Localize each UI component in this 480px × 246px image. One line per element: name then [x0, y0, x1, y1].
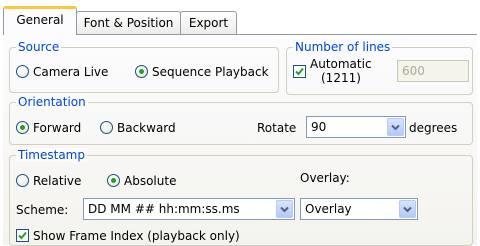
tab-general[interactable]: General: [3, 6, 77, 35]
relative-label[interactable]: Relative: [33, 174, 81, 188]
number-of-lines-legend: Number of lines: [293, 40, 393, 54]
overlay-dropdown-button[interactable]: [399, 200, 416, 218]
scheme-value: DD MM ## hh:mm:ss.ms: [88, 202, 240, 216]
tab-font-position-label: Font & Position: [83, 16, 174, 30]
degrees-label: degrees: [409, 121, 458, 135]
forward-radio[interactable]: [16, 121, 29, 134]
number-of-lines-group: Number of lines Automatic (1211) 600: [286, 40, 473, 95]
tab-export[interactable]: Export: [180, 11, 237, 34]
tab-font-position[interactable]: Font & Position: [76, 11, 181, 34]
absolute-radio[interactable]: [107, 174, 120, 187]
absolute-label[interactable]: Absolute: [124, 174, 176, 188]
chevron-down-icon: [280, 206, 289, 213]
tab-export-label: Export: [188, 16, 229, 30]
checkmark-icon: [295, 67, 304, 76]
camera-live-radio[interactable]: [16, 65, 29, 78]
sequence-playback-label[interactable]: Sequence Playback: [152, 65, 269, 79]
rotate-value: 90: [311, 120, 327, 134]
chevron-down-icon: [403, 206, 412, 213]
automatic-label[interactable]: Automatic: [310, 57, 372, 71]
rotate-select[interactable]: 90: [306, 116, 406, 138]
source-legend: Source: [16, 40, 62, 54]
scheme-dropdown-button[interactable]: [276, 200, 293, 218]
lines-count-value: 600: [402, 64, 425, 78]
show-frame-index-label[interactable]: Show Frame Index (playback only): [33, 229, 240, 243]
tab-panel-general: Source Camera Live Sequence Playback Num…: [3, 34, 477, 246]
timestamp-legend: Timestamp: [16, 148, 87, 162]
rotate-label: Rotate: [257, 121, 297, 135]
backward-radio[interactable]: [100, 121, 113, 134]
overlay-value: Overlay: [305, 202, 352, 216]
lines-count-input: 600: [397, 60, 469, 82]
chevron-down-icon: [391, 124, 400, 131]
timestamp-group: Timestamp Relative Absolute Overlay: Sch…: [9, 148, 473, 246]
source-group: Source Camera Live Sequence Playback: [9, 40, 279, 93]
overlay-label: Overlay:: [300, 171, 350, 185]
forward-label[interactable]: Forward: [33, 121, 81, 135]
orientation-group: Orientation Forward Backward Rotate 90 d…: [9, 95, 473, 145]
overlay-select[interactable]: Overlay: [300, 198, 418, 220]
scheme-label: Scheme:: [16, 203, 69, 217]
camera-live-label[interactable]: Camera Live: [33, 65, 108, 79]
tab-general-label: General: [16, 13, 64, 27]
show-frame-index-checkbox[interactable]: [16, 229, 29, 242]
sequence-playback-radio[interactable]: [135, 65, 148, 78]
scheme-select[interactable]: DD MM ## hh:mm:ss.ms: [83, 198, 295, 220]
relative-radio[interactable]: [16, 174, 29, 187]
checkmark-icon: [18, 231, 27, 240]
orientation-legend: Orientation: [16, 95, 88, 109]
backward-label[interactable]: Backward: [117, 121, 176, 135]
automatic-checkbox[interactable]: [293, 65, 306, 78]
rotate-dropdown-button[interactable]: [387, 118, 404, 136]
automatic-count: (1211): [321, 71, 361, 85]
